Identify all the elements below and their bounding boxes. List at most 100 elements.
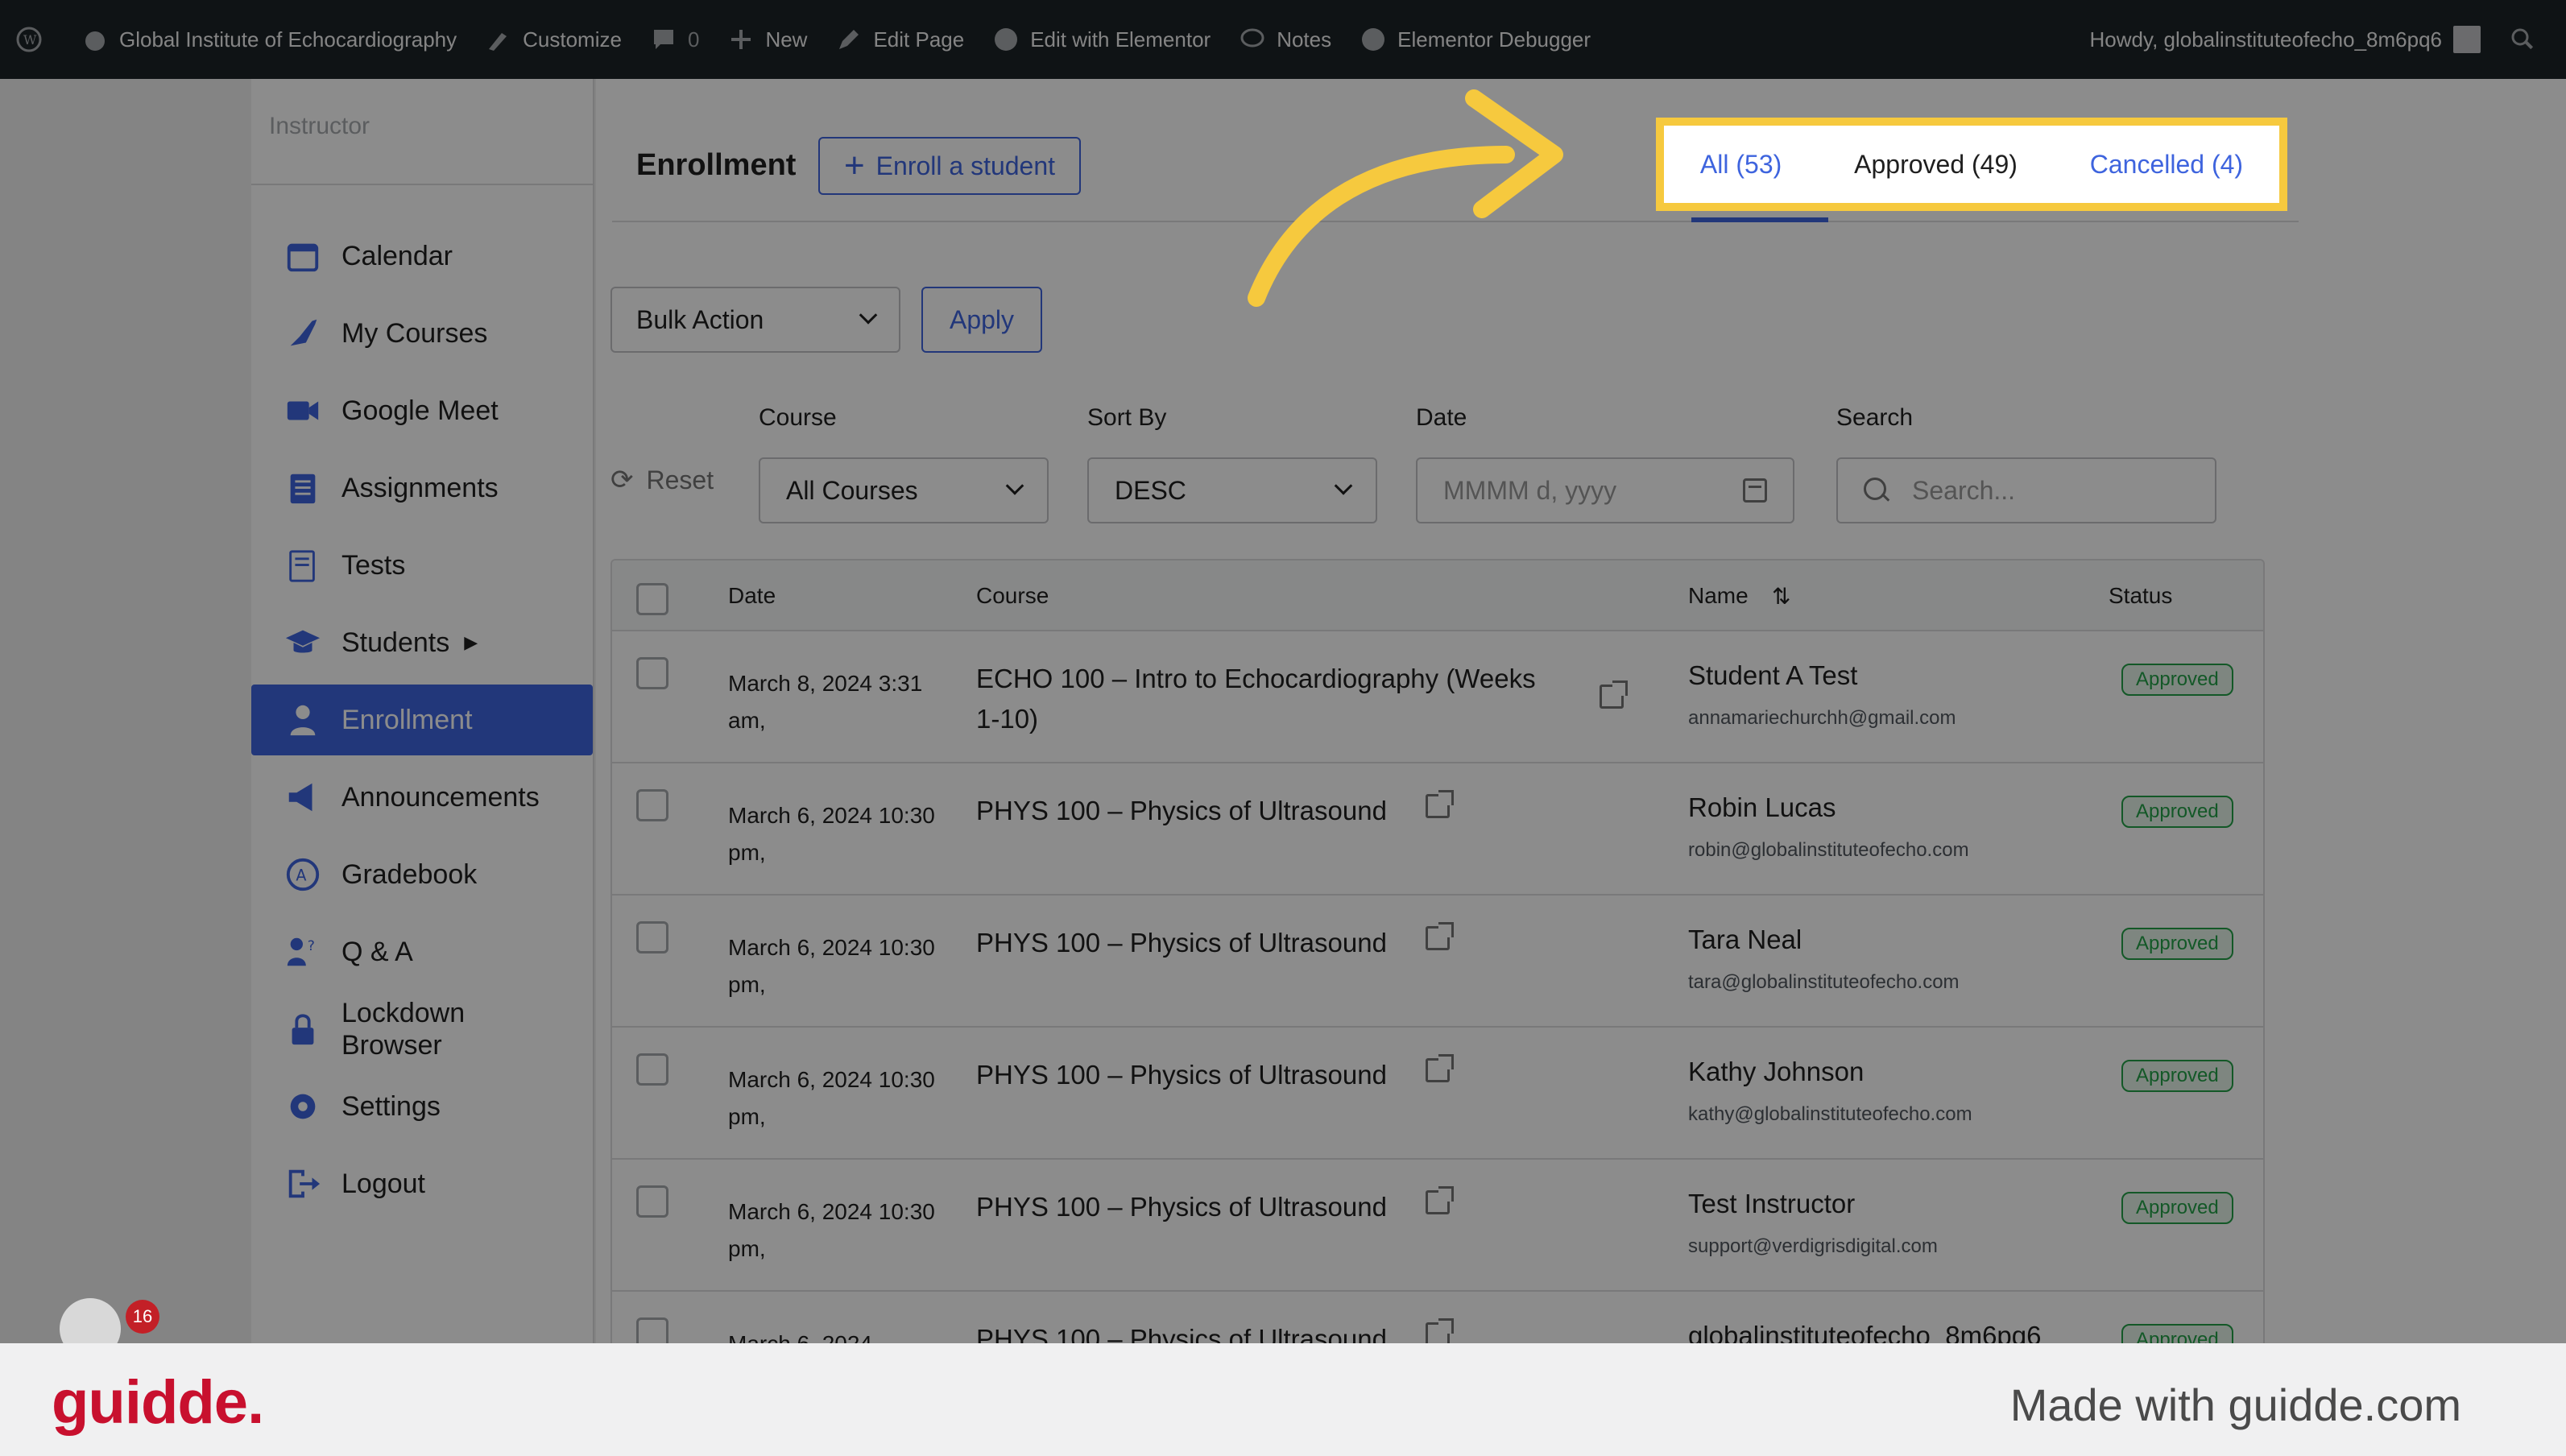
search-label: Search bbox=[1836, 404, 1914, 431]
sort-by-value: DESC bbox=[1115, 475, 1186, 505]
calendar-icon[interactable] bbox=[1743, 478, 1767, 503]
course-link[interactable]: PHYS 100 – Physics of Ultrasound bbox=[976, 923, 1540, 963]
sidebar-item-logout[interactable]: Logout bbox=[251, 1148, 593, 1219]
sidebar-item-label: Gradebook bbox=[341, 858, 478, 890]
table-row: March 6, 2024 10:30 pm, PHYS 100 – Physi… bbox=[612, 763, 2263, 896]
speech-bubble-icon bbox=[1238, 25, 1267, 54]
sidebar-item-gradebook[interactable]: A Gradebook bbox=[251, 839, 593, 910]
debugger-label: Elementor Debugger bbox=[1397, 27, 1591, 52]
question-answer-icon: ? bbox=[284, 933, 322, 971]
admin-bar-right: Howdy, globalinstituteofecho_8m6pq6 bbox=[2090, 0, 2547, 79]
search-placeholder: Search... bbox=[1912, 475, 2016, 505]
course-link[interactable]: PHYS 100 – Physics of Ultrasound bbox=[976, 791, 1540, 831]
sort-by-select[interactable]: DESC bbox=[1087, 457, 1377, 523]
rocket-icon bbox=[284, 314, 322, 353]
edit-page-link[interactable]: Edit Page bbox=[834, 25, 964, 54]
avatar[interactable] bbox=[2453, 26, 2481, 53]
search-icon[interactable] bbox=[2508, 25, 2537, 54]
wordpress-icon: W bbox=[14, 25, 43, 54]
sidebar-item-label: Students bbox=[341, 627, 450, 658]
sidebar-nav: Calendar My Courses Google Meet Assignme… bbox=[251, 221, 593, 1226]
notes-link[interactable]: Notes bbox=[1238, 25, 1331, 54]
status-badge: Approved bbox=[2121, 664, 2233, 696]
row-checkbox[interactable] bbox=[636, 789, 668, 821]
student-email: support@verdigrisdigital.com bbox=[1688, 1235, 1938, 1257]
row-checkbox[interactable] bbox=[636, 921, 668, 953]
row-checkbox[interactable] bbox=[636, 1053, 668, 1086]
student-name: Kathy Johnson bbox=[1688, 1057, 1864, 1086]
debugger-link[interactable]: Elementor Debugger bbox=[1359, 25, 1591, 54]
external-link-icon[interactable] bbox=[1426, 790, 1454, 818]
student-name: Student A Test bbox=[1688, 660, 1858, 690]
wordpress-logo[interactable]: W bbox=[14, 25, 53, 54]
course-select[interactable]: All Courses bbox=[759, 457, 1049, 523]
customize-link[interactable]: Customize bbox=[484, 25, 622, 54]
lock-icon bbox=[284, 1010, 322, 1049]
pencil-icon bbox=[834, 25, 863, 54]
enroll-student-label: Enroll a student bbox=[875, 151, 1056, 180]
select-all-checkbox[interactable] bbox=[636, 583, 668, 615]
row-checkbox[interactable] bbox=[636, 1185, 668, 1218]
date-input[interactable]: MMMM d, yyyy bbox=[1416, 457, 1794, 523]
grade-icon: A bbox=[284, 855, 322, 894]
pointer-arrow-icon bbox=[1248, 89, 1563, 307]
guidde-footer: guidde. Made with guidde.com bbox=[0, 1343, 2566, 1456]
tab-all[interactable]: All (53) bbox=[1700, 150, 1782, 180]
row-checkbox[interactable] bbox=[636, 657, 668, 689]
calendar-icon bbox=[284, 237, 322, 275]
site-name-link[interactable]: Global Institute of Echocardiography bbox=[81, 25, 457, 54]
external-link-icon[interactable] bbox=[1426, 1054, 1454, 1082]
course-link[interactable]: PHYS 100 – Physics of Ultrasound bbox=[976, 1187, 1540, 1227]
status-badge: Approved bbox=[2121, 1060, 2233, 1092]
dashboard-sidebar: Instructor Calendar My Courses Google Me… bbox=[251, 79, 594, 1343]
date-placeholder: MMMM d, yyyy bbox=[1443, 475, 1617, 505]
name-column-header[interactable]: Name bbox=[1688, 583, 1749, 609]
external-link-icon[interactable] bbox=[1426, 922, 1454, 950]
tab-cancelled[interactable]: Cancelled (4) bbox=[2090, 150, 2243, 180]
edit-elementor-label: Edit with Elementor bbox=[1030, 27, 1211, 52]
status-badge: Approved bbox=[2121, 1192, 2233, 1224]
apply-button[interactable]: Apply bbox=[921, 287, 1042, 353]
video-camera-icon bbox=[284, 391, 322, 430]
sidebar-item-google-meet[interactable]: Google Meet bbox=[251, 375, 593, 446]
brush-icon bbox=[484, 25, 513, 54]
new-link[interactable]: New bbox=[726, 25, 807, 54]
comments-link[interactable]: 0 bbox=[649, 25, 699, 54]
bulk-action-select[interactable]: Bulk Action bbox=[610, 287, 900, 353]
howdy-user[interactable]: Howdy, globalinstituteofecho_8m6pq6 bbox=[2090, 27, 2442, 52]
sidebar-item-tests[interactable]: Tests bbox=[251, 530, 593, 601]
reset-button[interactable]: ⟳ Reset bbox=[610, 464, 714, 496]
role-label: Instructor bbox=[269, 113, 370, 139]
sidebar-item-my-courses[interactable]: My Courses bbox=[251, 298, 593, 369]
enrollment-table: Date Course Name ⇅ Status March 8, 2024 … bbox=[610, 559, 2265, 1348]
sidebar-item-qa[interactable]: ? Q & A bbox=[251, 916, 593, 987]
sidebar-item-enrollment[interactable]: Enrollment bbox=[251, 685, 593, 755]
logout-icon bbox=[284, 1164, 322, 1203]
sort-icon[interactable]: ⇅ bbox=[1772, 583, 1790, 610]
sidebar-item-label: Calendar bbox=[341, 240, 453, 271]
gear-icon bbox=[284, 1087, 322, 1126]
status-badge: Approved bbox=[2121, 928, 2233, 960]
refresh-icon: ⟳ bbox=[610, 465, 634, 495]
external-link-icon[interactable] bbox=[1600, 680, 1628, 709]
plus-icon bbox=[726, 25, 755, 54]
enroll-date: March 8, 2024 3:31 am, bbox=[728, 671, 923, 733]
sidebar-item-label: Logout bbox=[341, 1168, 425, 1199]
enroll-student-button[interactable]: + Enroll a student bbox=[818, 137, 1081, 195]
course-link[interactable]: ECHO 100 – Intro to Echocardiography (We… bbox=[976, 659, 1540, 739]
tab-approved[interactable]: Approved (49) bbox=[1854, 150, 2018, 180]
sidebar-item-settings[interactable]: Settings bbox=[251, 1071, 593, 1142]
comments-count: 0 bbox=[687, 27, 700, 52]
course-column-header: Course bbox=[976, 583, 1049, 608]
course-link[interactable]: PHYS 100 – Physics of Ultrasound bbox=[976, 1055, 1540, 1095]
edit-elementor-link[interactable]: Edit with Elementor bbox=[991, 25, 1211, 54]
external-link-icon[interactable] bbox=[1426, 1186, 1454, 1214]
sidebar-item-students[interactable]: Students ▶ bbox=[251, 607, 593, 678]
sidebar-item-calendar[interactable]: Calendar bbox=[251, 221, 593, 292]
sidebar-item-announcements[interactable]: Announcements bbox=[251, 762, 593, 833]
megaphone-icon bbox=[284, 778, 322, 817]
student-name: Tara Neal bbox=[1688, 924, 1802, 954]
sidebar-item-assignments[interactable]: Assignments bbox=[251, 453, 593, 523]
search-input[interactable]: Search... bbox=[1836, 457, 2216, 523]
sidebar-item-lockdown-browser[interactable]: Lockdown Browser bbox=[251, 994, 593, 1065]
